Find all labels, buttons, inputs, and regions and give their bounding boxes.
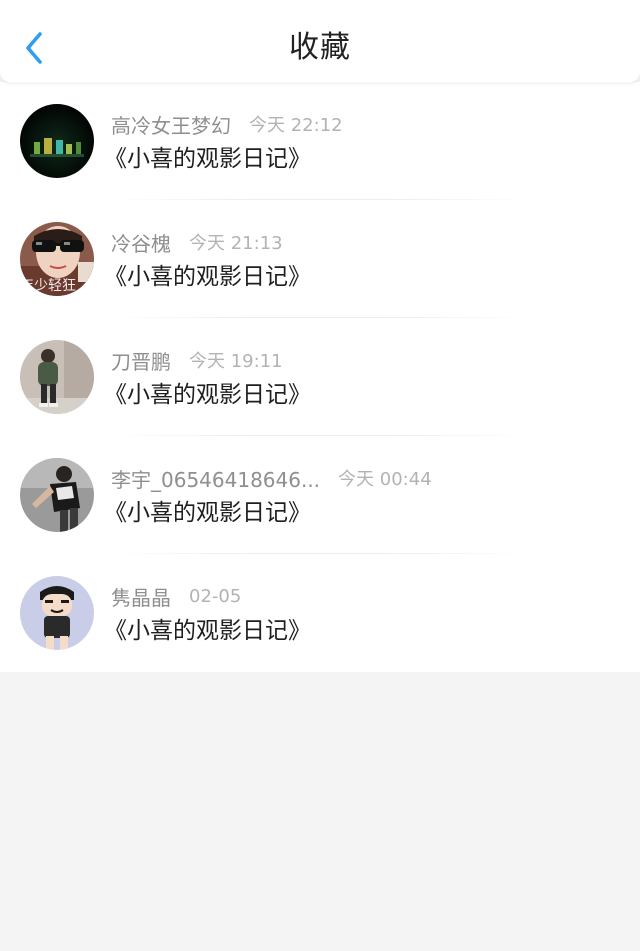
username[interactable]: 隽晶晶	[111, 582, 171, 611]
user-avatar[interactable]	[20, 576, 94, 650]
row-meta: 隽晶晶 02-05	[111, 582, 241, 610]
user-avatar[interactable]: 年少轻狂	[20, 222, 94, 296]
username[interactable]: 李宇_06546418646...	[111, 464, 320, 493]
user-avatar[interactable]	[20, 104, 94, 178]
favorite-title[interactable]: 《小喜的观影日记》	[104, 378, 311, 412]
favorites-list: 高冷女王梦幻 今天 22:12 《小喜的观影日记》 年少轻狂 冷谷槐 今天 21…	[0, 82, 640, 672]
row-meta: 李宇_06546418646... 今天 00:44	[111, 464, 432, 492]
header-bar: 收藏	[0, 0, 640, 82]
row-meta: 冷谷槐 今天 21:13	[111, 228, 283, 256]
favorite-title[interactable]: 《小喜的观影日记》	[104, 142, 311, 176]
favorite-title[interactable]: 《小喜的观影日记》	[104, 614, 311, 648]
timestamp: 今天 21:13	[189, 233, 283, 254]
timestamp: 02-05	[189, 585, 242, 607]
timestamp: 今天 19:11	[189, 351, 283, 372]
username[interactable]: 冷谷槐	[111, 228, 171, 257]
username[interactable]: 刀晋鹏	[111, 346, 171, 375]
favorite-row[interactable]: 隽晶晶 02-05 《小喜的观影日记》	[0, 554, 640, 672]
favorite-title[interactable]: 《小喜的观影日记》	[104, 496, 311, 530]
timestamp: 今天 00:44	[338, 469, 432, 490]
row-meta: 刀晋鹏 今天 19:11	[111, 346, 283, 374]
favorite-row[interactable]: 高冷女王梦幻 今天 22:12 《小喜的观影日记》	[0, 82, 640, 200]
row-meta: 高冷女王梦幻 今天 22:12	[111, 110, 343, 138]
favorite-row[interactable]: 年少轻狂 冷谷槐 今天 21:13 《小喜的观影日记》	[0, 200, 640, 318]
username[interactable]: 高冷女王梦幻	[111, 110, 231, 139]
user-avatar[interactable]	[20, 340, 94, 414]
favorite-title[interactable]: 《小喜的观影日记》	[104, 260, 311, 294]
timestamp: 今天 22:12	[249, 115, 343, 136]
page-title: 收藏	[289, 30, 351, 65]
user-avatar[interactable]	[20, 458, 94, 532]
favorite-row[interactable]: 李宇_06546418646... 今天 00:44 《小喜的观影日记》	[0, 436, 640, 554]
avatar-caption: 年少轻狂	[20, 278, 76, 294]
favorite-row[interactable]: 刀晋鹏 今天 19:11 《小喜的观影日记》	[0, 318, 640, 436]
